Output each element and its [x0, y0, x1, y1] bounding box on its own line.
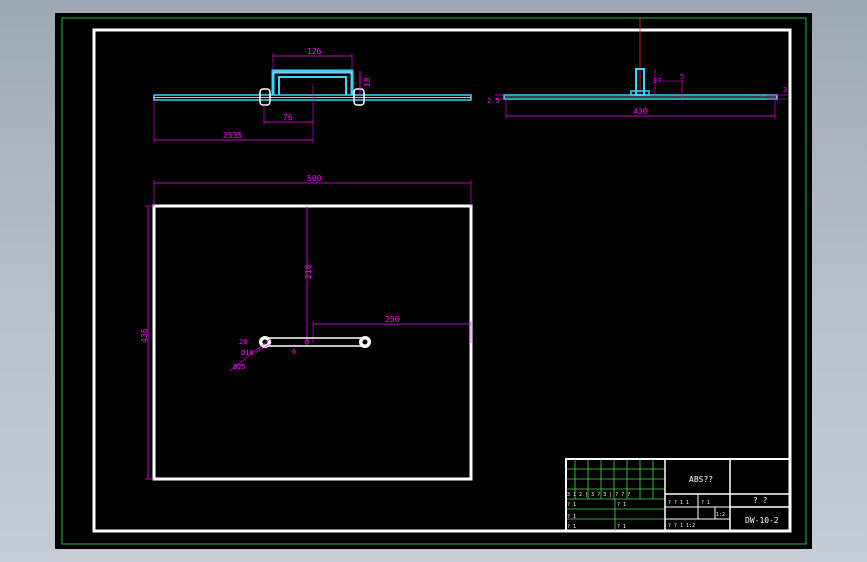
grid-mid-2: ? 1	[701, 500, 710, 506]
dim-top-width: 126	[307, 47, 322, 56]
right-roller	[353, 88, 365, 106]
dim-hole-small: 20	[239, 338, 247, 346]
left-roller	[259, 88, 271, 106]
front-view: 126 18 76 2535	[153, 47, 472, 143]
dim-plate-height: 436	[140, 328, 149, 343]
grid-small-1: ? 1	[617, 502, 626, 508]
grid-mid-1: ? ? 1 1	[668, 500, 689, 506]
dim-plate-width: 500	[307, 174, 322, 183]
title-part-name: ? ?	[753, 496, 768, 505]
dim-left-offset: 76	[283, 113, 293, 122]
grid-mid-4: ? ? 1 1:2	[668, 523, 695, 529]
handle-frame	[271, 69, 354, 95]
dim-right-gap: 5	[680, 73, 684, 81]
title-drawing-number: DW-10-2	[745, 516, 779, 525]
cad-application-window: 126 18 76 2535 37 5 2.5 430 3 500 436 21…	[0, 0, 867, 562]
dim-top-height: 18	[363, 77, 372, 87]
grid-mid-3: 1:2	[716, 512, 725, 518]
title-block: ABS?? ? ? DW-10-2 3 1 2 | 3 ? 3 | ? ? ? …	[565, 458, 791, 532]
grid-small-2: ? 1	[617, 524, 626, 530]
drawing-viewport[interactable]: 126 18 76 2535 37 5 2.5 430 3 500 436 21…	[55, 13, 812, 549]
dim-pin-mark: 6	[292, 348, 296, 356]
dim-hole-large: Ø25	[233, 363, 246, 371]
dim-right-thickness: 2.5	[487, 97, 500, 105]
grid-label-r1: 3 1 2 | 3 ? 3 | ? ? ?	[567, 492, 630, 498]
grid-label-r2: ? 1	[567, 502, 576, 508]
grid-label-r4: ? 1	[567, 524, 576, 530]
side-view: 37 5 2.5 430 3	[487, 18, 788, 119]
cad-drawing-canvas[interactable]: 126 18 76 2535 37 5 2.5 430 3 500 436 21…	[55, 13, 812, 549]
handle-bar-plan	[264, 337, 366, 347]
dim-left-length: 2535	[223, 131, 242, 140]
drawing-frame	[92, 28, 792, 533]
dim-right-length: 430	[633, 107, 648, 116]
plate-outline	[152, 204, 473, 481]
plan-view: 500 436 218 250 20 Ø10 Ø25 6	[140, 174, 473, 481]
dim-hole-mid: Ø10	[241, 349, 254, 357]
dim-right-end: 3	[783, 86, 787, 94]
title-material: ABS??	[689, 475, 713, 484]
dim-horizontal-offset: 250	[385, 315, 400, 324]
grid-label-r3: ? 1	[567, 514, 576, 520]
dim-vertical-offset: 218	[304, 264, 313, 279]
